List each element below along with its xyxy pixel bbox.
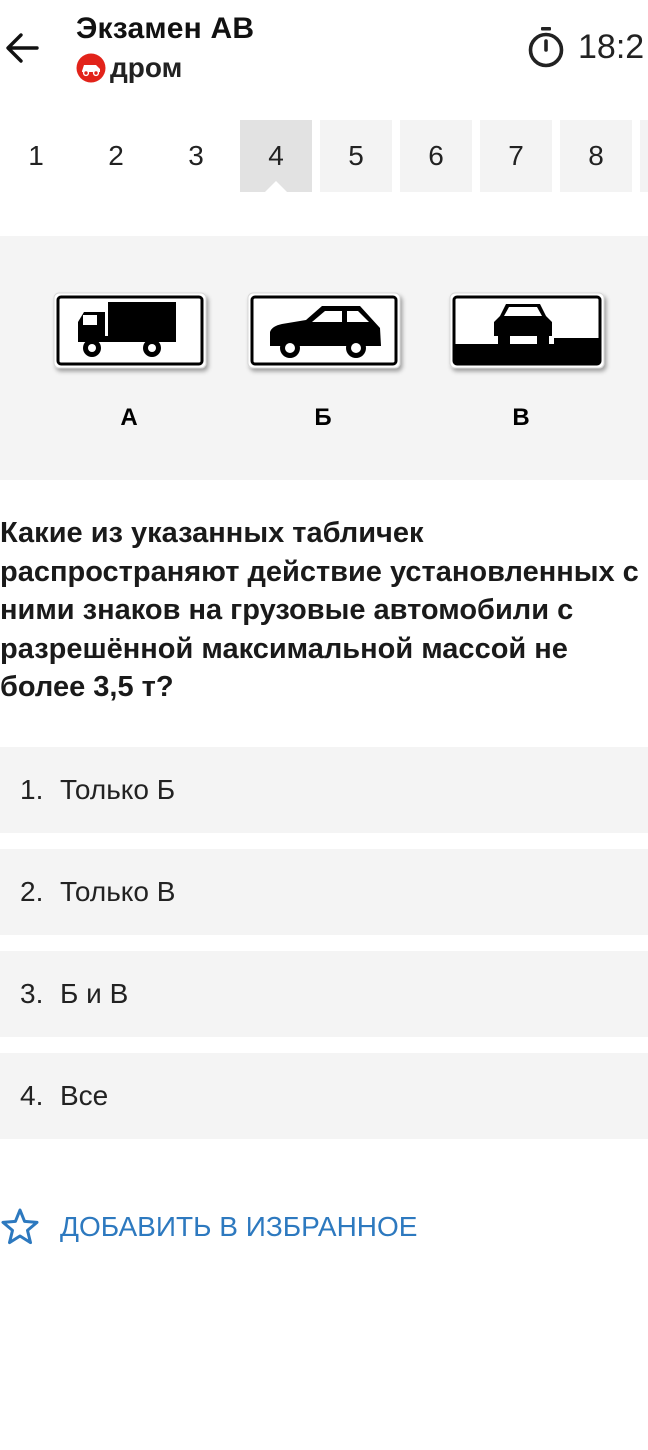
answer-number: 3. (20, 978, 44, 1009)
tab-question-6[interactable]: 6 (400, 120, 472, 192)
sign-b-car (247, 292, 401, 369)
answer-option-2[interactable]: 2. Только В (0, 849, 648, 935)
app-header: Экзамен АВ дром 18:2 (0, 0, 648, 105)
answer-number: 2. (20, 876, 44, 907)
answer-number: 1. (20, 774, 44, 805)
sign-a-truck (53, 292, 207, 369)
answer-option-4[interactable]: 4. Все (0, 1053, 648, 1139)
exam-timer: 18:2 (526, 26, 644, 68)
answer-text: Б и В (60, 978, 129, 1009)
answer-text: Все (60, 1080, 109, 1111)
tab-question-next-partial[interactable] (640, 120, 648, 192)
question-image: А Б В (0, 236, 648, 480)
sign-v-car-on-sidewalk (449, 292, 605, 369)
add-to-favorites-button[interactable]: ДОБАВИТЬ В ИЗБРАННОЕ (0, 1204, 417, 1250)
back-button[interactable] (0, 18, 44, 78)
tab-question-1[interactable]: 1 (0, 120, 72, 192)
arrow-left-icon (6, 33, 39, 63)
answer-text: Только Б (60, 774, 176, 805)
answer-option-1[interactable]: 1. Только Б (0, 747, 648, 833)
page-title: Экзамен АВ (76, 12, 255, 45)
sign-label-v: В (512, 404, 529, 431)
timer-value: 18:2 (578, 27, 645, 66)
answer-number: 4. (20, 1080, 44, 1111)
stopwatch-icon (528, 27, 564, 68)
signs-illustration: А Б В (53, 292, 605, 431)
tab-question-3[interactable]: 3 (160, 120, 232, 192)
question-text: Какие из указанных табличек распространя… (0, 517, 639, 703)
tab-question-4[interactable]: 4 (240, 120, 312, 193)
brand-name: дром (110, 52, 183, 83)
tab-question-8[interactable]: 8 (560, 120, 632, 192)
answer-option-3[interactable]: 3. Б и В (0, 951, 648, 1037)
answer-text: Только В (60, 876, 176, 907)
brand: дром (76, 52, 182, 84)
question-tabs: 1 2 3 4 5 6 7 8 (0, 120, 648, 202)
tab-question-2[interactable]: 2 (80, 120, 152, 192)
sign-label-a: А (120, 404, 137, 431)
add-to-favorites-label: ДОБАВИТЬ В ИЗБРАННОЕ (60, 1211, 418, 1242)
sign-label-b: Б (314, 404, 331, 431)
drom-logo-icon (76, 53, 106, 83)
star-outline-icon (1, 1208, 39, 1245)
tab-question-7[interactable]: 7 (480, 120, 552, 192)
tab-question-5[interactable]: 5 (320, 120, 392, 192)
